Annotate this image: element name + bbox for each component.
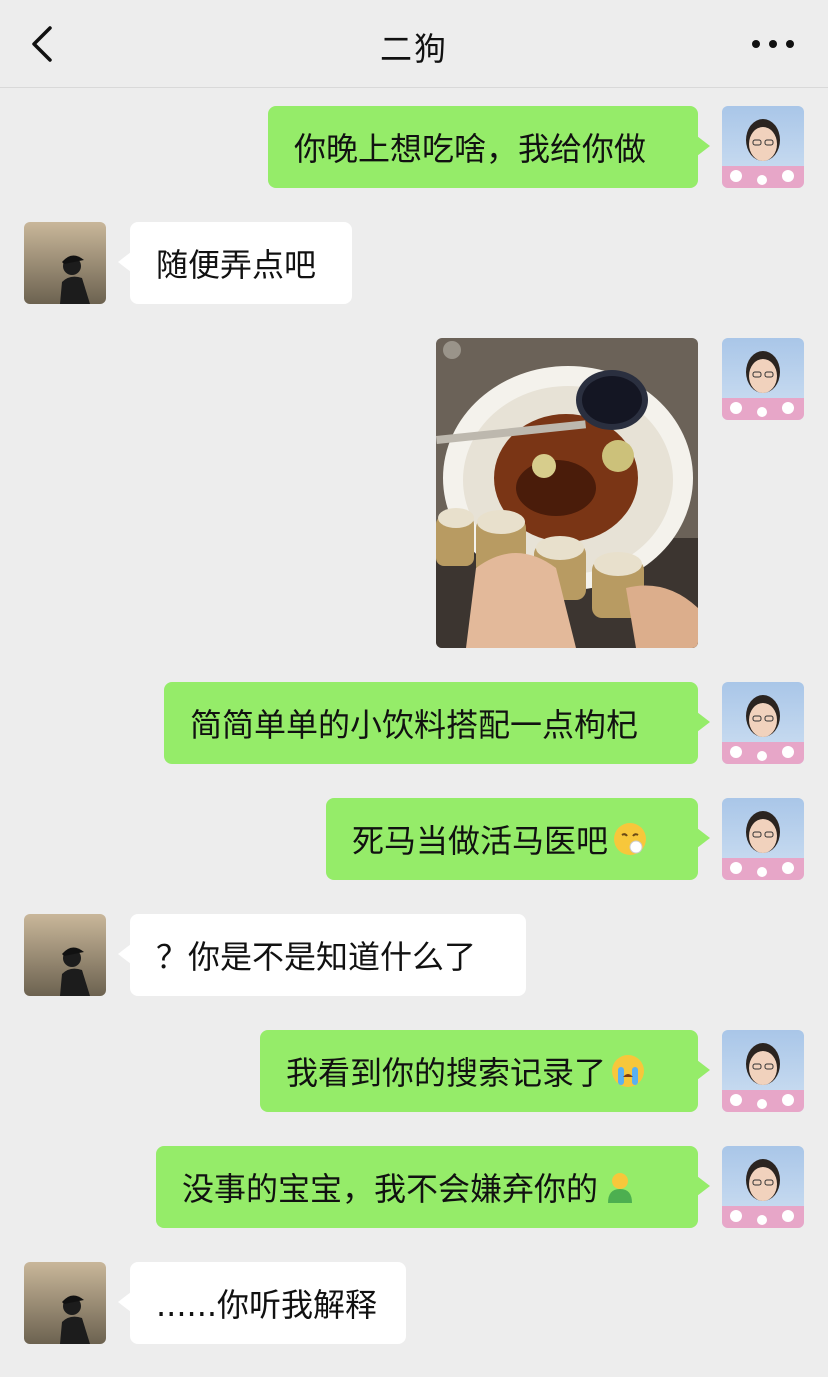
green-person-emoji-icon (608, 1173, 633, 1203)
message-bubble-other[interactable]: ......你听我解释 (118, 1262, 406, 1344)
message-bubble-other[interactable]: ？你是不是知道什么了 (118, 914, 526, 996)
message-text: ......你听我解释 (156, 1286, 378, 1324)
sigh-face-emoji-icon (614, 823, 647, 855)
my-avatar[interactable] (722, 1030, 804, 1112)
contact-avatar[interactable] (24, 222, 106, 304)
message-text: 随便弄点吧 (156, 246, 317, 284)
contact-avatar[interactable] (24, 1262, 106, 1344)
more-options-button[interactable] (748, 28, 798, 60)
message-text: ？你是不是知道什么了 (156, 938, 477, 976)
message-text: 我看到你的搜索记录了 (286, 1054, 607, 1092)
my-avatar[interactable] (722, 338, 804, 420)
crying-face-emoji-icon (612, 1055, 645, 1087)
chat-title: 二狗 (379, 30, 448, 68)
message-bubble-me[interactable]: 你晚上想吃啥，我给你做 (268, 106, 710, 188)
message-bubble-me[interactable]: 死马当做活马医吧 (326, 798, 710, 880)
my-avatar[interactable] (722, 106, 804, 188)
message-bubble-me[interactable]: 简简单单的小饮料搭配一点枸杞 (164, 682, 710, 764)
message-bubble-me[interactable]: 没事的宝宝，我不会嫌弃你的 (156, 1146, 710, 1228)
drink-photo[interactable] (436, 338, 698, 648)
message-text: 没事的宝宝，我不会嫌弃你的 (182, 1170, 599, 1208)
my-avatar[interactable] (722, 1146, 804, 1228)
my-avatar[interactable] (722, 798, 804, 880)
more-dots-icon (752, 40, 794, 48)
message-text: 你晚上想吃啥，我给你做 (294, 130, 647, 168)
contact-avatar[interactable] (24, 914, 106, 996)
message-text: 简简单单的小饮料搭配一点枸杞 (190, 706, 639, 744)
message-text: 死马当做活马医吧 (352, 822, 609, 860)
chat-header: 二狗 (0, 0, 828, 88)
my-avatar[interactable] (722, 682, 804, 764)
message-bubble-me[interactable]: 我看到你的搜索记录了 (260, 1030, 710, 1112)
message-bubble-other[interactable]: 随便弄点吧 (118, 222, 352, 304)
